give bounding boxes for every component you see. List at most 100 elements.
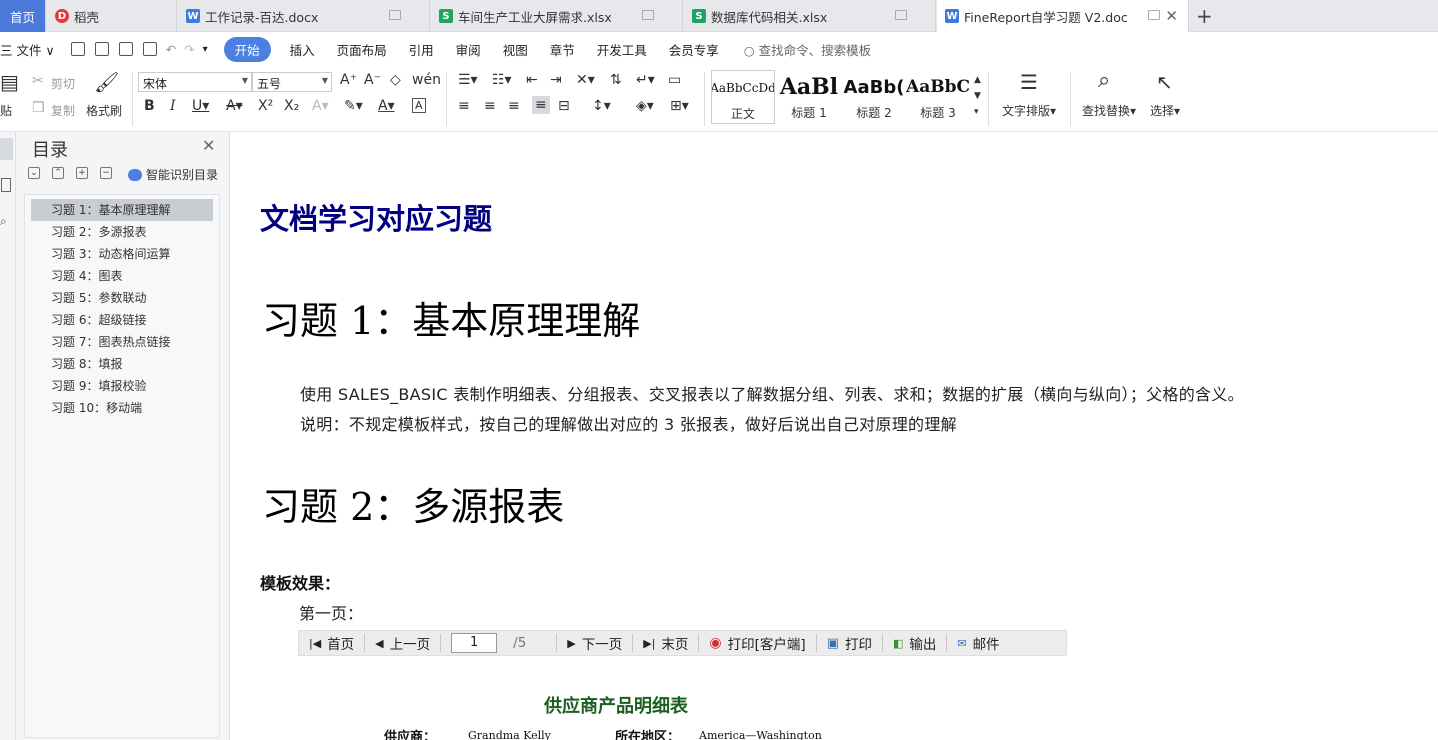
ruler-icon[interactable]: ▭	[668, 72, 681, 88]
subscript-icon[interactable]: X₂	[284, 98, 299, 114]
style-heading-3[interactable]: AaBbC 标题 3	[906, 70, 970, 124]
cut-button[interactable]: 剪切	[51, 75, 75, 92]
text-layout-icon[interactable]: ☰	[1020, 70, 1038, 94]
search-panel-icon[interactable]: ⌕	[0, 214, 7, 229]
shading-icon[interactable]: ◈▾	[636, 98, 654, 114]
align-left-icon[interactable]: ≡	[458, 98, 470, 114]
line-spacing-icon[interactable]: ↕▾	[592, 98, 611, 114]
tab-work-record[interactable]: W 工作记录-百达.docx	[178, 0, 430, 32]
align-right-icon[interactable]: ≡	[508, 98, 520, 114]
underline-icon[interactable]: U▾	[192, 98, 209, 114]
toc-item[interactable]: 习题 1：基本原理理解	[31, 199, 213, 221]
monitor-icon[interactable]	[1148, 10, 1160, 20]
find-replace-button[interactable]: 查找替换▾	[1082, 102, 1136, 119]
bold-icon[interactable]: B	[144, 98, 155, 114]
format-painter-button[interactable]: 格式刷	[86, 102, 122, 119]
distribute-icon[interactable]: ⊟	[558, 98, 570, 114]
tab-home[interactable]: 首页	[0, 0, 46, 32]
save-icon[interactable]	[70, 42, 85, 56]
phonetic-guide-icon[interactable]: wén	[412, 72, 441, 88]
monitor-icon[interactable]	[895, 10, 907, 20]
shrink-font-icon[interactable]: A⁻	[364, 72, 381, 88]
menu-section[interactable]: 章节	[550, 40, 575, 59]
document-page[interactable]: 文档学习对应习题 习题 1：基本原理理解 使用 SALES_BASIC 表制作明…	[231, 132, 1438, 740]
select-button[interactable]: 选择▾	[1150, 102, 1180, 119]
chinese-layout-icon[interactable]: ✕▾	[576, 72, 595, 88]
style-heading-1[interactable]: AaBl 标题 1	[777, 70, 841, 124]
tab-finereport-doc[interactable]: W FineReport自学习题 V2.doc ✕	[937, 0, 1189, 32]
font-color-icon[interactable]: A▾	[378, 98, 395, 114]
menu-page-layout[interactable]: 页面布局	[337, 40, 387, 59]
new-tab-button[interactable]: +	[1196, 4, 1213, 28]
copy-icon[interactable]: ❐	[32, 100, 45, 116]
copy-button[interactable]: 复制	[51, 102, 75, 119]
collapse-all-icon[interactable]: ⌃	[52, 167, 64, 179]
monitor-icon[interactable]	[642, 10, 654, 20]
close-icon[interactable]: ✕	[202, 136, 215, 155]
text-layout-button[interactable]: 文字排版▾	[1002, 102, 1056, 119]
tab-workshop-xlsx[interactable]: S 车间生产工业大屏需求.xlsx	[431, 0, 683, 32]
pager-print[interactable]: ▣ 打印	[817, 634, 883, 653]
clear-format-icon[interactable]: ◇	[390, 72, 401, 88]
font-size-select[interactable]: 五号 ▼	[252, 72, 332, 92]
italic-icon[interactable]: I	[170, 98, 176, 114]
export-pdf-icon[interactable]	[94, 42, 109, 56]
menu-start[interactable]: 开始	[223, 36, 271, 62]
menu-view[interactable]: 视图	[503, 40, 528, 59]
char-border-icon[interactable]: A	[412, 98, 426, 113]
add-item-icon[interactable]: +	[76, 167, 88, 179]
pager-mail[interactable]: ✉ 邮件	[947, 634, 1009, 654]
highlight-icon[interactable]: ✎▾	[344, 98, 363, 114]
styles-scroll-icon[interactable]: ▲ ▼ ▾	[974, 72, 981, 120]
toc-panel-icon[interactable]	[0, 138, 13, 160]
decrease-indent-icon[interactable]: ⇤	[526, 72, 538, 88]
tab-db-code-xlsx[interactable]: S 数据库代码相关.xlsx	[684, 0, 936, 32]
superscript-icon[interactable]: X²	[258, 98, 273, 114]
cursor-select-icon[interactable]: ↖	[1156, 70, 1173, 94]
format-painter-icon[interactable]: 🖌	[94, 70, 119, 94]
pages-panel-icon[interactable]	[1, 178, 11, 192]
toc-item[interactable]: 习题 7：图表热点链接	[25, 331, 219, 353]
show-marks-icon[interactable]: ↵▾	[636, 72, 655, 88]
strikethrough-icon[interactable]: A▾	[226, 98, 243, 114]
tab-docer[interactable]: D 稻壳	[47, 0, 177, 32]
toc-item[interactable]: 习题 5：参数联动	[25, 287, 219, 309]
command-search[interactable]: ○ 查找命令、搜索模板	[744, 40, 871, 59]
toc-item[interactable]: 习题 2：多源报表	[25, 221, 219, 243]
undo-icon[interactable]: ↶	[166, 42, 176, 57]
text-effect-icon[interactable]: A▾	[312, 98, 329, 114]
remove-item-icon[interactable]: −	[100, 167, 112, 179]
close-tab-icon[interactable]: ✕	[1165, 7, 1178, 25]
numbered-list-icon[interactable]: ☷▾	[492, 72, 512, 88]
pager-next[interactable]: ▶ 下一页	[557, 634, 634, 653]
sort-icon[interactable]: ⇅	[610, 72, 622, 88]
paste-icon[interactable]: ▤	[0, 70, 19, 94]
justify-icon[interactable]: ≡	[532, 96, 550, 114]
style-normal[interactable]: AaBbCcDd 正文	[711, 70, 775, 124]
cut-icon[interactable]: ✂	[32, 73, 44, 89]
paste-button[interactable]: 贴	[0, 102, 12, 119]
bullet-list-icon[interactable]: ☰▾	[458, 72, 478, 88]
align-center-icon[interactable]: ≡	[484, 98, 496, 114]
font-name-select[interactable]: 宋体 ▼	[138, 72, 252, 92]
grow-font-icon[interactable]: A⁺	[340, 72, 357, 88]
toc-item[interactable]: 习题 4：图表	[25, 265, 219, 287]
menu-insert[interactable]: 插入	[290, 40, 315, 59]
menu-review[interactable]: 审阅	[456, 40, 481, 59]
menu-member[interactable]: 会员专享	[669, 40, 719, 59]
page-number-input[interactable]: 1	[451, 633, 498, 653]
expand-all-icon[interactable]: ⌄	[28, 167, 40, 179]
pager-last[interactable]: ▶| 末页	[633, 634, 700, 653]
pager-print-client[interactable]: ◉ 打印[客户端]	[699, 634, 817, 653]
style-heading-2[interactable]: AaBb( 标题 2	[842, 70, 906, 124]
toc-item[interactable]: 习题 10：移动端	[25, 397, 219, 419]
smart-toc-button[interactable]: 智能识别目录	[128, 166, 218, 183]
toc-item[interactable]: 习题 3：动态格间运算	[25, 243, 219, 265]
quick-access-dropdown-icon[interactable]: ▾	[203, 44, 208, 55]
menu-references[interactable]: 引用	[409, 40, 434, 59]
toc-item[interactable]: 习题 6：超级链接	[25, 309, 219, 331]
increase-indent-icon[interactable]: ⇥	[550, 72, 562, 88]
monitor-icon[interactable]	[389, 10, 401, 20]
redo-icon[interactable]: ↷	[184, 42, 194, 57]
menu-developer[interactable]: 开发工具	[597, 40, 647, 59]
